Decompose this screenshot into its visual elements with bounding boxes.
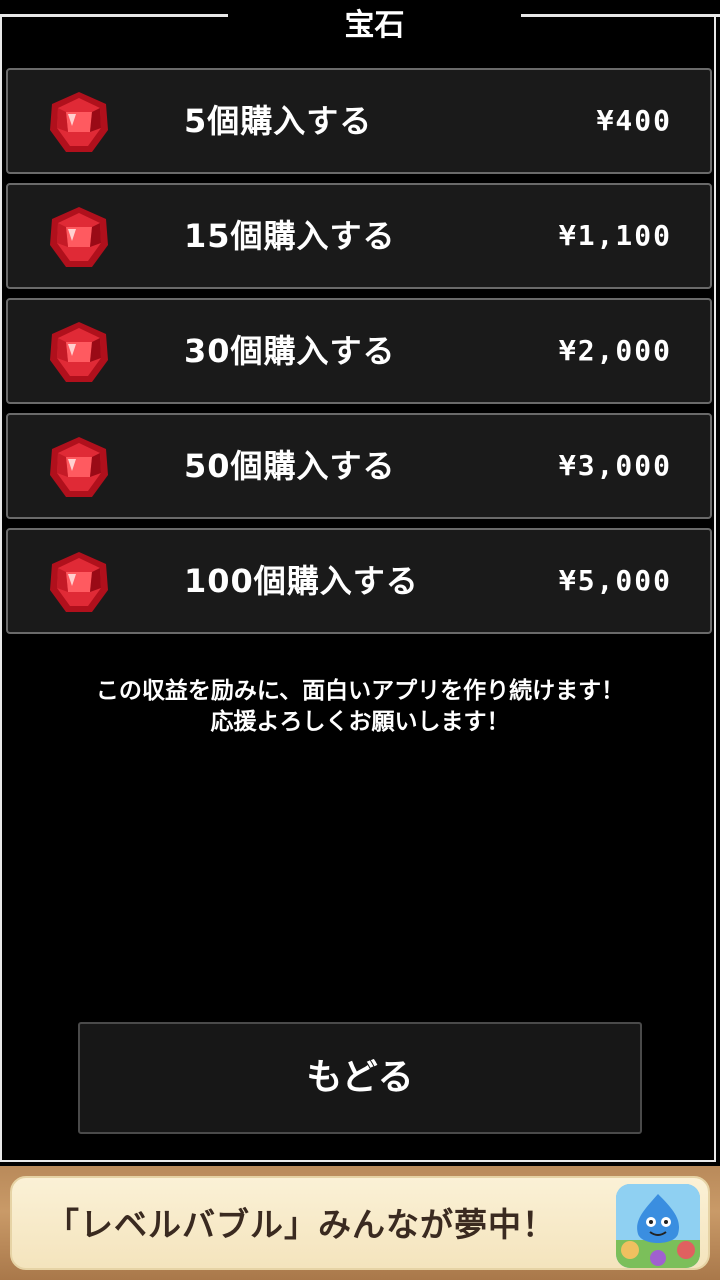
gem-icon — [50, 322, 108, 382]
purchase-item-30[interactable]: 30個購入する ¥2,000 — [6, 298, 712, 404]
purchase-item-100[interactable]: 100個購入する ¥5,000 — [6, 528, 712, 634]
support-message-line2: 応援よろしくお願いします！ — [210, 709, 510, 735]
item-label: 15個購入する — [184, 217, 396, 255]
item-label: 5個購入する — [184, 102, 373, 140]
item-label: 50個購入する — [184, 447, 396, 485]
gem-icon — [50, 552, 108, 612]
app-icon — [616, 1184, 700, 1268]
gem-icon — [50, 437, 108, 497]
item-label: 100個購入する — [184, 562, 419, 600]
purchase-item-5[interactable]: 5個購入する ¥400 — [6, 68, 712, 174]
ad-banner-link[interactable]: 「レベルバブル」みんなが夢中！ — [10, 1176, 710, 1270]
frame-top-left-line — [0, 14, 228, 17]
ad-banner-text: 「レベルバブル」みんなが夢中！ — [46, 1205, 556, 1244]
support-message-line1: この収益を励みに、面白いアプリを作り続けます！ — [95, 678, 625, 704]
item-price: ¥2,000 — [558, 334, 672, 367]
back-button[interactable]: もどる — [78, 1022, 642, 1134]
item-price: ¥5,000 — [558, 564, 672, 597]
page-title: 宝石 — [344, 8, 405, 43]
purchase-item-50[interactable]: 50個購入する ¥3,000 — [6, 413, 712, 519]
ad-banner: 「レベルバブル」みんなが夢中！ — [0, 1166, 720, 1280]
frame-top-right-line — [521, 14, 720, 17]
item-price: ¥400 — [596, 104, 672, 137]
support-message: この収益を励みに、面白いアプリを作り続けます！ 応援よろしくお願いします！ — [20, 676, 700, 738]
gem-icon — [50, 92, 108, 152]
item-label: 30個購入する — [184, 332, 396, 370]
gem-icon — [50, 207, 108, 267]
item-price: ¥3,000 — [558, 449, 672, 482]
purchase-item-15[interactable]: 15個購入する ¥1,100 — [6, 183, 712, 289]
item-price: ¥1,100 — [558, 219, 672, 252]
